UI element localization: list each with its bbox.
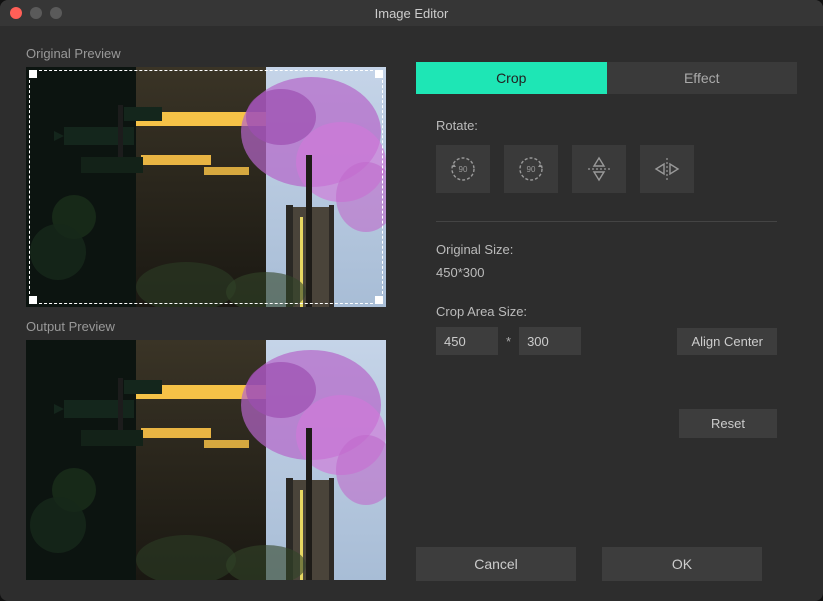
footer-buttons: Cancel OK <box>416 547 797 581</box>
crop-settings: Rotate: 90 90 <box>416 118 797 501</box>
svg-text:90: 90 <box>527 165 536 174</box>
rotate-90-ccw-icon: 90 <box>448 154 478 184</box>
output-preview-label: Output Preview <box>26 319 386 334</box>
preview-panel: Original Preview <box>26 46 386 581</box>
original-size-value: 450*300 <box>436 265 777 280</box>
original-size-label: Original Size: <box>436 242 777 257</box>
reset-button[interactable]: Reset <box>679 409 777 438</box>
minimize-icon[interactable] <box>30 7 42 19</box>
crop-size-row: * Align Center <box>436 327 777 355</box>
output-preview <box>26 340 386 580</box>
size-separator: * <box>506 334 511 349</box>
maximize-icon[interactable] <box>50 7 62 19</box>
crop-height-input[interactable] <box>519 327 581 355</box>
original-preview[interactable] <box>26 67 386 307</box>
window-title: Image Editor <box>0 6 823 21</box>
crop-area-size-label: Crop Area Size: <box>436 304 777 319</box>
close-icon[interactable] <box>10 7 22 19</box>
content-area: Original Preview <box>0 26 823 601</box>
image-editor-window: Image Editor Original Preview <box>0 0 823 601</box>
align-center-button[interactable]: Align Center <box>677 328 777 355</box>
cancel-button[interactable]: Cancel <box>416 547 576 581</box>
window-controls <box>0 7 62 19</box>
original-image <box>26 67 386 307</box>
titlebar: Image Editor <box>0 0 823 26</box>
flip-horizontal-icon <box>652 154 682 184</box>
flip-horizontal-button[interactable] <box>640 145 694 193</box>
divider <box>436 221 777 222</box>
crop-width-input[interactable] <box>436 327 498 355</box>
tab-bar: Crop Effect <box>416 62 797 94</box>
rotate-ccw-button[interactable]: 90 <box>436 145 490 193</box>
tab-effect[interactable]: Effect <box>607 62 798 94</box>
original-preview-label: Original Preview <box>26 46 386 61</box>
reset-row: Reset <box>436 409 777 438</box>
rotate-buttons: 90 90 <box>436 145 777 193</box>
tab-crop[interactable]: Crop <box>416 62 607 94</box>
flip-vertical-icon <box>584 154 614 184</box>
rotate-label: Rotate: <box>436 118 777 133</box>
flip-vertical-button[interactable] <box>572 145 626 193</box>
controls-panel: Crop Effect Rotate: 90 <box>416 46 797 581</box>
ok-button[interactable]: OK <box>602 547 762 581</box>
output-image <box>26 340 386 580</box>
rotate-cw-button[interactable]: 90 <box>504 145 558 193</box>
svg-text:90: 90 <box>459 165 468 174</box>
rotate-90-cw-icon: 90 <box>516 154 546 184</box>
